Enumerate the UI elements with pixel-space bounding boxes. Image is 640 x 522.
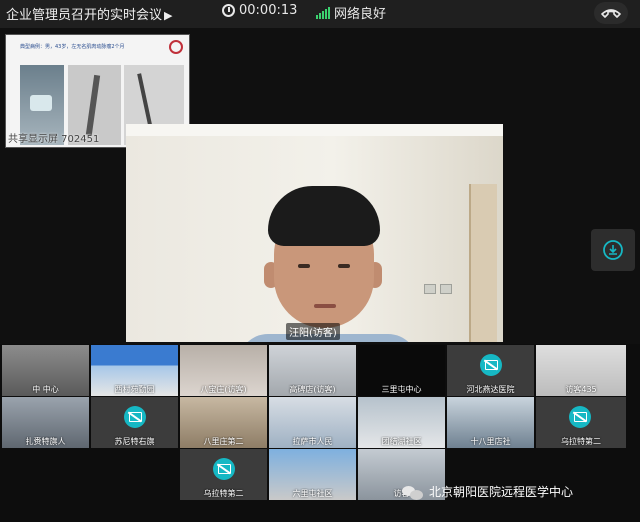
participant-tile[interactable]: 六里屯社区 (269, 449, 356, 500)
phone-hangup-icon (601, 9, 621, 18)
camera-off-icon (213, 458, 235, 480)
download-circle-icon (603, 240, 623, 260)
participant-name: 河北燕达医院 (466, 385, 515, 394)
door (469, 184, 497, 342)
participant-name: 十八里店社 (470, 437, 511, 446)
speaker-person (238, 182, 418, 342)
wechat-icon (402, 484, 424, 500)
participant-tile-camera-off[interactable]: 乌拉特第二 (536, 397, 626, 448)
camera-off-icon (480, 354, 502, 376)
participant-name: 拉萨市人民 (292, 437, 333, 446)
participant-tile[interactable]: 西村苑勤园 (91, 345, 178, 396)
network-status-text: 网络良好 (334, 7, 387, 22)
shared-screen-caption: 共享显示屏 702451 (8, 134, 100, 145)
participant-name: 高碑店(访客) (289, 385, 336, 394)
participant-tile[interactable]: 团结湖社区 (358, 397, 445, 448)
participant-tile[interactable]: 中 中心 (2, 345, 89, 396)
camera-off-icon (569, 406, 591, 428)
participant-name: 八宝庄(访客) (200, 385, 247, 394)
participant-name: 苏尼特右旗 (114, 437, 155, 446)
timer-text: 00:00:13 (239, 3, 298, 18)
participant-name: 中 中心 (32, 385, 59, 394)
participant-name: 乌拉特第二 (203, 489, 244, 498)
camera-off-icon (124, 406, 146, 428)
meeting-title[interactable]: 企业管理员召开的实时会议 ▶ (6, 4, 172, 23)
watermark: 北京朝阳医院远程医学中心 (402, 483, 573, 500)
participant-name: 团结湖社区 (381, 437, 422, 446)
call-timer: 00:00:13 (222, 3, 297, 18)
hang-up-button[interactable] (594, 2, 628, 24)
participant-name: 西村苑勤园 (114, 385, 155, 394)
participant-tile[interactable]: 高碑店(访客) (269, 345, 356, 396)
participant-name: 访客435 (565, 385, 597, 394)
network-status: 网络良好 (316, 3, 386, 22)
participant-name: 六里屯社区 (292, 489, 333, 498)
participant-tile-camera-off[interactable]: 苏尼特右旗 (91, 397, 178, 448)
participant-name: 八里庄第二 (203, 437, 244, 446)
title-expand-icon[interactable]: ▶ (164, 9, 172, 22)
watermark-text: 北京朝阳医院远程医学中心 (429, 485, 574, 499)
participant-tile[interactable]: 八宝庄(访客) (180, 345, 267, 396)
slide-header: 典型病例：男，43岁，左无名肌肉动脉瘤2个月 (20, 44, 125, 50)
participant-tile-camera-off[interactable]: 河北燕达医院 (447, 345, 534, 396)
speaker-video[interactable] (126, 124, 503, 342)
participant-tile[interactable]: 拉萨市人民 (269, 397, 356, 448)
speaker-name-label: 汪阳(访客) (286, 323, 340, 340)
meeting-top-bar: 企业管理员召开的实时会议 ▶ 00:00:13 网络良好 (0, 0, 640, 28)
participant-tile[interactable]: 访客435 (536, 345, 626, 396)
participant-name: 三里屯中心 (381, 385, 422, 394)
participant-name: 乌拉特第二 (561, 437, 601, 446)
hospital-logo-icon (169, 40, 183, 54)
meeting-title-text: 企业管理员召开的实时会议 (6, 8, 163, 23)
participant-name: 扎赉特旗人 (25, 437, 66, 446)
participant-tile[interactable]: 八里庄第二 (180, 397, 267, 448)
clock-icon (222, 4, 235, 17)
signal-icon (316, 6, 330, 19)
participant-tile-camera-off[interactable]: 乌拉特第二 (180, 449, 267, 500)
side-panel-button[interactable] (591, 229, 635, 271)
participant-tile[interactable]: 三里屯中心 (358, 345, 445, 396)
participant-tile[interactable]: 扎赉特旗人 (2, 397, 89, 448)
participant-tile[interactable]: 十八里店社 (447, 397, 534, 448)
